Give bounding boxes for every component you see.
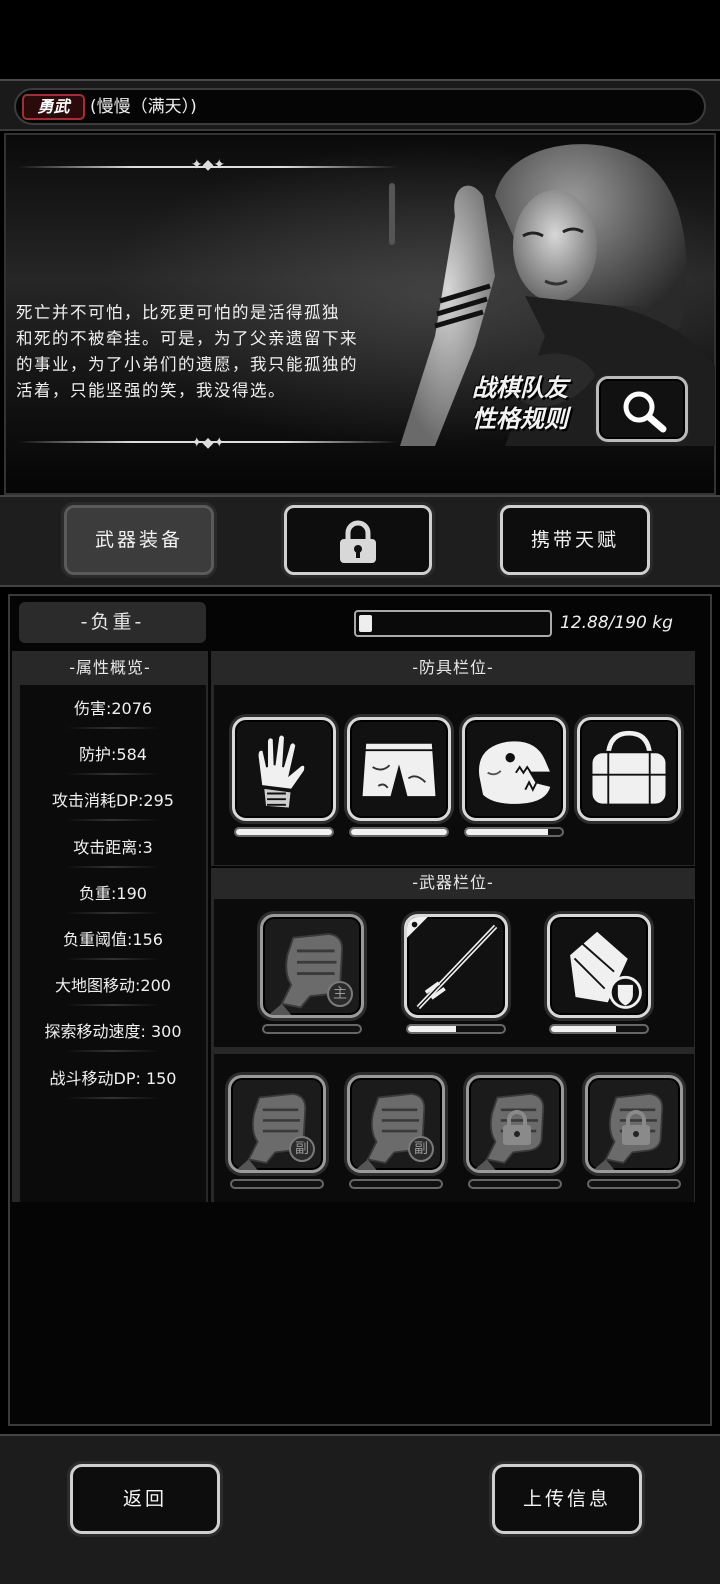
back-button[interactable]: 返回 bbox=[70, 1464, 220, 1534]
rule-label-line: 战棋队友 bbox=[472, 374, 568, 402]
weapon-slot[interactable]: 主 bbox=[260, 914, 364, 1018]
armor-slot[interactable] bbox=[232, 717, 336, 821]
story-line: 和死的不被牵挂。可是，为了父亲遗留下来 bbox=[16, 329, 358, 348]
teammate-personality-rules-label: 战棋队友 性格规则 bbox=[440, 373, 600, 435]
stat-item: 探索移动速度: 300 bbox=[44, 1022, 182, 1042]
armor-slot[interactable] bbox=[462, 717, 566, 821]
durability-bar bbox=[230, 1179, 324, 1189]
durability-bar bbox=[262, 1024, 362, 1034]
stat-divider bbox=[66, 1096, 160, 1099]
load-label: -负重- bbox=[19, 602, 206, 643]
load-progress-fill bbox=[359, 615, 372, 632]
stat-item: 负重阈值:156 bbox=[63, 930, 163, 949]
slot-tag-badge: 副 bbox=[289, 1136, 315, 1162]
upload-info-button[interactable]: 上传信息 bbox=[492, 1464, 642, 1534]
story-text: 死亡并不可怕，比死更可怕的是活得孤独 和死的不被牵挂。可是，为了父亲遗留下来 的… bbox=[16, 300, 408, 404]
story-line: 的事业，为了小弟们的遗愿，我只能孤独的 bbox=[16, 355, 358, 374]
tab-carry-talent[interactable]: 携带天赋 bbox=[500, 505, 650, 575]
duffel-bag-icon bbox=[590, 730, 668, 806]
story-line: 死亡并不可怕，比死更可怕的是活得孤独 bbox=[16, 303, 340, 322]
load-value: 12.88/190 kg bbox=[560, 613, 673, 633]
stat-divider bbox=[66, 865, 160, 868]
lock-icon bbox=[503, 1110, 531, 1145]
stat-divider bbox=[66, 819, 160, 822]
ornament-flourish-icon: ✦◆✦ bbox=[190, 157, 226, 173]
stat-item: 负重:190 bbox=[79, 883, 147, 903]
stat-item: 攻击消耗DP:295 bbox=[52, 791, 174, 811]
locked-sub-weapon-slot[interactable] bbox=[466, 1075, 564, 1173]
durability-bar bbox=[464, 827, 564, 837]
stat-divider bbox=[66, 773, 160, 776]
durability-bar bbox=[468, 1179, 562, 1189]
weapon-slot[interactable] bbox=[547, 914, 651, 1018]
stat-item: 大地图移动:200 bbox=[55, 976, 171, 996]
stat-item: 防护:584 bbox=[79, 745, 147, 765]
shorts-icon bbox=[360, 741, 438, 799]
character-name: (慢慢（满天）) bbox=[90, 97, 197, 117]
durability-bar bbox=[349, 1179, 443, 1189]
slot-tag-badge: 副 bbox=[408, 1136, 434, 1162]
stat-divider bbox=[66, 911, 160, 914]
lock-icon bbox=[340, 520, 376, 563]
stat-item: 战斗移动DP: 150 bbox=[49, 1068, 177, 1088]
durability-bar bbox=[234, 827, 334, 837]
durability-bar bbox=[349, 827, 449, 837]
stat-divider bbox=[66, 1004, 160, 1007]
durability-bar bbox=[406, 1024, 506, 1034]
stat-divider bbox=[66, 727, 160, 729]
stat-divider bbox=[66, 958, 160, 960]
sub-weapon-slot[interactable]: 副 bbox=[228, 1075, 326, 1173]
stat-divider bbox=[66, 1050, 160, 1053]
sub-weapon-slot[interactable]: 副 bbox=[347, 1075, 445, 1173]
dinosaur-mask-icon bbox=[476, 739, 554, 807]
tab-weapon-equipment[interactable]: 武器装备 bbox=[64, 505, 214, 575]
stat-item: 伤害:2076 bbox=[73, 699, 153, 718]
ornament-flourish-icon: ✦◆✦ bbox=[190, 435, 226, 451]
load-progress-bar bbox=[354, 610, 552, 637]
spear-icon bbox=[407, 917, 498, 1010]
tab-locked[interactable] bbox=[284, 505, 432, 575]
weapon-slot[interactable] bbox=[404, 914, 508, 1018]
rule-label-line: 性格规则 bbox=[472, 405, 568, 433]
trait-badge: 勇武 bbox=[22, 94, 85, 120]
armor-slot[interactable] bbox=[577, 717, 681, 821]
stats-header: -属性概览- bbox=[69, 658, 151, 677]
weapon-header: -武器栏位- bbox=[412, 873, 494, 892]
locked-sub-weapon-slot[interactable] bbox=[585, 1075, 683, 1173]
durability-bar bbox=[549, 1024, 649, 1034]
stat-item: 攻击距离:3 bbox=[73, 837, 153, 857]
armor-header: -防具栏位- bbox=[412, 658, 494, 677]
durability-bar bbox=[587, 1179, 681, 1189]
shield-case-icon bbox=[567, 928, 642, 1009]
story-line: 活着，只能坚强的笑，我没得选。 bbox=[16, 381, 286, 400]
personality-rules-search-button[interactable] bbox=[596, 376, 688, 442]
armor-slot[interactable] bbox=[347, 717, 451, 821]
lock-icon bbox=[622, 1110, 650, 1145]
magnifier-icon bbox=[623, 391, 667, 433]
gloves-icon bbox=[256, 733, 307, 810]
slot-tag-badge: 主 bbox=[327, 981, 353, 1007]
